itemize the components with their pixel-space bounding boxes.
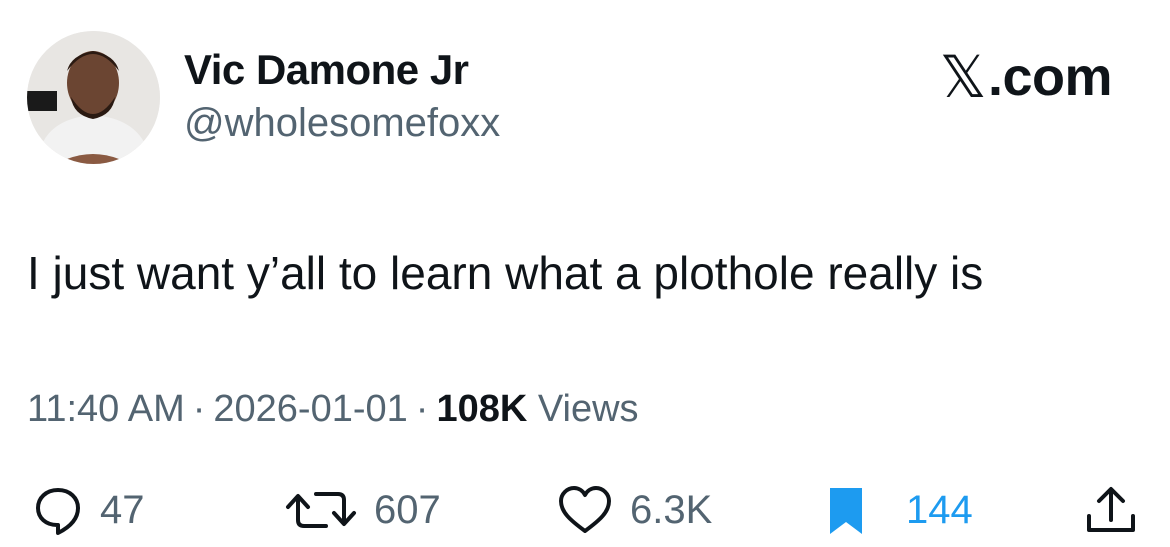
avatar-photo xyxy=(27,31,160,164)
share-button[interactable] xyxy=(1083,484,1139,536)
like-count: 6.3K xyxy=(630,487,713,532)
repost-count: 607 xyxy=(374,487,441,532)
share-upload-icon xyxy=(1087,487,1135,532)
reply-bubble-icon xyxy=(36,488,80,535)
repost-arrows-icon xyxy=(286,492,356,528)
reply-button[interactable]: 47 xyxy=(32,484,145,536)
repost-button[interactable]: 607 xyxy=(284,484,441,536)
action-bar: 47 607 6.3K 144 xyxy=(0,484,1170,536)
views-count: 108K xyxy=(436,388,528,430)
author-name[interactable]: Vic Damone Jr xyxy=(184,46,469,94)
meta-separator: · xyxy=(192,388,206,430)
bookmark-button[interactable]: 144 xyxy=(826,484,973,536)
site-brand: 𝕏 .com xyxy=(939,43,1113,111)
heart-icon xyxy=(559,486,611,533)
like-button[interactable]: 6.3K xyxy=(556,484,712,536)
author-handle[interactable]: @wholesomefoxx xyxy=(184,101,500,146)
x-logo-icon: 𝕏 xyxy=(939,45,987,110)
tweet-meta: 11:40 AM · 2026-01-01 · 108K Views xyxy=(27,388,639,431)
reply-count: 47 xyxy=(100,487,145,532)
tweet-time[interactable]: 11:40 AM xyxy=(27,388,185,430)
avatar[interactable] xyxy=(27,31,160,164)
meta-separator: · xyxy=(415,388,429,430)
bookmark-icon xyxy=(830,488,862,534)
tweet-text: I just want y’all to learn what a plotho… xyxy=(27,247,984,299)
bookmark-count: 144 xyxy=(906,487,973,532)
brand-suffix: .com xyxy=(987,47,1113,107)
views-label: Views xyxy=(537,388,639,430)
tweet-date[interactable]: 2026-01-01 xyxy=(213,388,407,430)
